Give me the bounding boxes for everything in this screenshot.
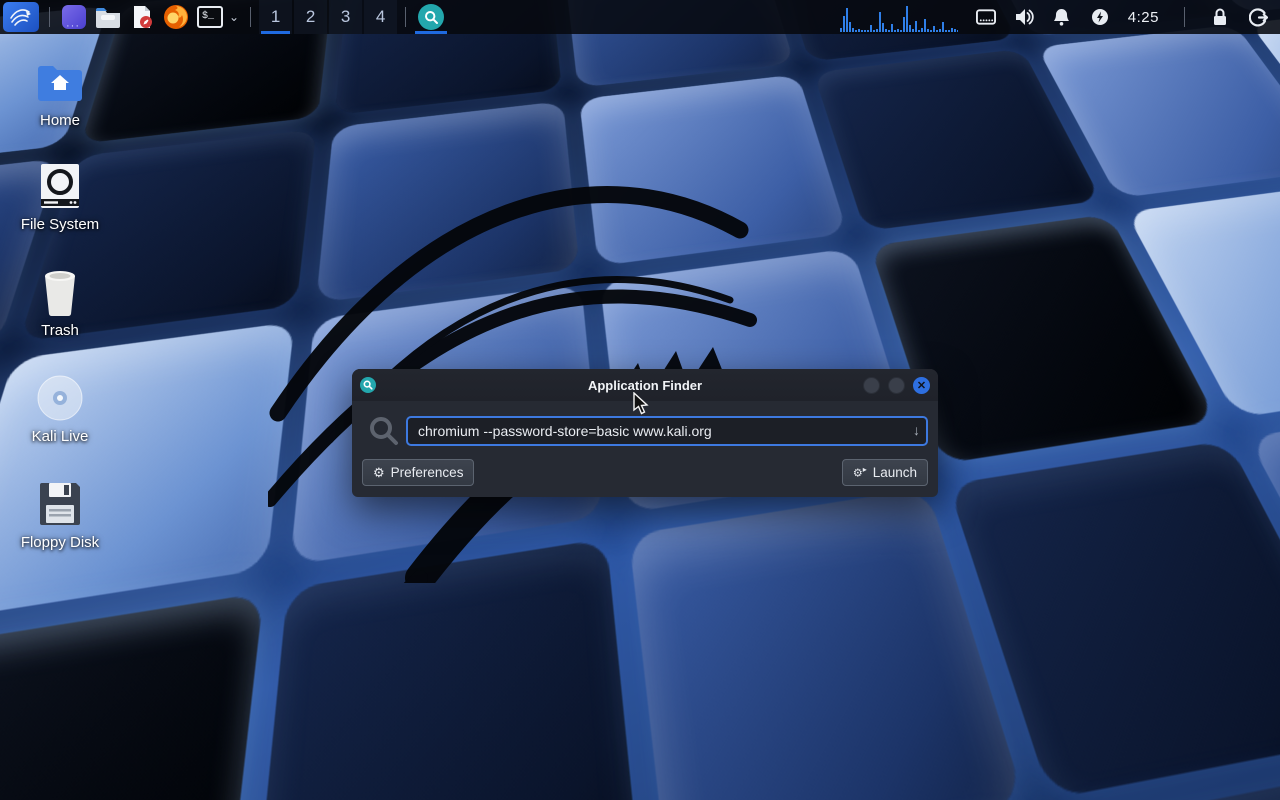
system-tray: 4:25 <box>840 2 1280 32</box>
maximize-button[interactable] <box>888 377 905 394</box>
taskbar-application-finder[interactable] <box>413 0 449 34</box>
launcher-terminal[interactable]: $_ <box>195 2 225 32</box>
launcher-dashboard[interactable] <box>59 2 89 32</box>
panel-separator <box>1184 7 1185 27</box>
search-icon <box>362 415 406 447</box>
application-finder-window: Application Finder ✕ ↓ ⚙ Preferences ⚙▸ … <box>352 369 938 497</box>
volume-icon[interactable] <box>1014 7 1034 27</box>
desktop-icon-floppy-disk[interactable]: Floppy Disk <box>12 480 108 551</box>
top-panel: $_ ⌄ 1 2 3 4 4:25 <box>0 0 1280 34</box>
cpu-graph[interactable] <box>840 2 958 32</box>
panel-separator <box>49 7 50 27</box>
terminal-icon: $_ <box>197 6 223 28</box>
logout-icon[interactable] <box>1248 7 1268 27</box>
display-icon[interactable] <box>976 7 996 27</box>
workspace-4[interactable]: 4 <box>364 0 397 34</box>
command-input[interactable] <box>406 416 928 446</box>
search-icon <box>418 4 444 30</box>
minimize-button[interactable] <box>863 377 880 394</box>
firefox-icon <box>163 4 189 30</box>
wallpaper-cube <box>0 322 295 621</box>
close-button[interactable]: ✕ <box>913 377 930 394</box>
desktop-icon-label: Floppy Disk <box>21 534 99 551</box>
desktop-icon-label: Kali Live <box>32 428 89 445</box>
preferences-button[interactable]: ⚙ Preferences <box>362 459 474 486</box>
workspace-switcher: 1 2 3 4 <box>258 0 398 34</box>
trash-icon <box>36 268 84 316</box>
desktop-icon-file-system[interactable]: File System <box>12 162 108 233</box>
notification-bell-icon[interactable] <box>1052 7 1072 27</box>
launcher-firefox[interactable] <box>161 2 191 32</box>
workspace-2[interactable]: 2 <box>294 0 327 34</box>
cdrom-icon <box>36 374 84 422</box>
window-title: Application Finder <box>352 378 938 393</box>
desktop-icon-trash[interactable]: Trash <box>12 268 108 339</box>
hard-drive-icon <box>36 162 84 210</box>
desktop-icon-home[interactable]: Home <box>12 58 108 129</box>
floppy-disk-icon <box>36 480 84 528</box>
desktop-icon-kali-live[interactable]: Kali Live <box>12 374 108 445</box>
chevron-down-icon[interactable]: ⌄ <box>229 10 239 24</box>
gear-icon: ⚙ <box>373 465 385 481</box>
workspace-3[interactable]: 3 <box>329 0 362 34</box>
document-icon <box>130 5 154 29</box>
lock-icon[interactable] <box>1210 7 1230 27</box>
kali-dragon-logo <box>268 108 893 583</box>
folder-icon <box>95 6 121 28</box>
panel-separator <box>405 7 406 27</box>
launcher-text-editor[interactable] <box>127 2 157 32</box>
home-folder-icon <box>36 58 84 106</box>
dashboard-icon <box>62 5 86 29</box>
execute-gear-icon: ⚙▸ <box>853 465 867 480</box>
workspace-1[interactable]: 1 <box>259 0 292 34</box>
launch-button[interactable]: ⚙▸ Launch <box>842 459 928 486</box>
desktop-icon-label: Home <box>40 112 80 129</box>
power-manager-icon[interactable] <box>1090 7 1110 27</box>
mouse-cursor <box>633 392 650 416</box>
kali-menu-icon <box>9 5 33 29</box>
wallpaper-cube <box>0 592 264 800</box>
launcher-file-manager[interactable] <box>93 2 123 32</box>
desktop-icon-label: Trash <box>41 322 79 339</box>
desktop-icon-label: File System <box>21 216 99 233</box>
clock[interactable]: 4:25 <box>1128 9 1159 26</box>
applications-menu-button[interactable] <box>3 2 39 32</box>
panel-separator <box>250 7 251 27</box>
